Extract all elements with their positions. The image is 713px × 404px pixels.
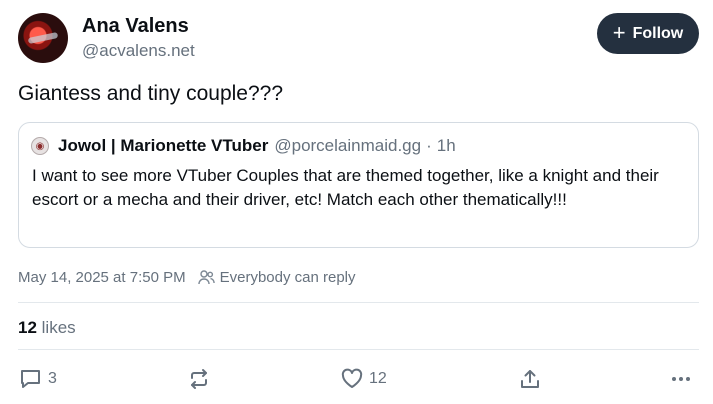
- author-handle[interactable]: @acvalens.net: [82, 41, 195, 61]
- post-text: Giantess and tiny couple???: [18, 82, 284, 105]
- people-icon: [197, 270, 215, 285]
- divider: [18, 349, 699, 350]
- reply-button[interactable]: 3: [19, 368, 57, 390]
- separator-dot: ·: [426, 136, 432, 155]
- reply-setting: Everybody can reply: [219, 269, 356, 286]
- repost-button[interactable]: [188, 368, 210, 390]
- heart-icon: [341, 368, 363, 389]
- quoted-post-time: 1h: [436, 136, 456, 155]
- post-meta: May 14, 2025 at 7:50 PM Everybody can re…: [18, 269, 356, 286]
- divider: [18, 302, 699, 303]
- share-icon: [519, 368, 541, 390]
- like-count: 12: [369, 369, 387, 387]
- quoted-post-header: ◉ Jowol | Marionette VTuber @porcelainma…: [31, 136, 456, 156]
- quoted-author-name[interactable]: Jowol | Marionette VTuber: [58, 136, 268, 156]
- post-timestamp[interactable]: May 14, 2025 at 7:50 PM: [18, 269, 186, 286]
- ellipsis-icon: [670, 368, 692, 390]
- repost-icon: [188, 368, 210, 390]
- plus-icon: +: [612, 19, 626, 45]
- author-name[interactable]: Ana Valens: [82, 15, 189, 38]
- likes-label: likes: [41, 318, 76, 337]
- reply-icon: [19, 368, 42, 390]
- like-button[interactable]: 12: [341, 368, 387, 389]
- likes-count[interactable]: 12 likes: [18, 318, 76, 338]
- likes-number: 12: [18, 318, 37, 337]
- author-avatar[interactable]: [18, 13, 68, 63]
- quoted-post[interactable]: ◉ Jowol | Marionette VTuber @porcelainma…: [18, 122, 699, 248]
- follow-label: Follow: [632, 24, 684, 42]
- follow-button[interactable]: + Follow: [597, 13, 699, 54]
- quoted-author-handle: @porcelainmaid.gg: [274, 136, 422, 155]
- more-options-button[interactable]: [670, 368, 692, 390]
- quoted-author-avatar[interactable]: ◉: [31, 137, 49, 155]
- quoted-post-text: I want to see more VTuber Couples that a…: [32, 166, 659, 209]
- reply-count: 3: [48, 370, 57, 387]
- share-button[interactable]: [519, 368, 541, 390]
